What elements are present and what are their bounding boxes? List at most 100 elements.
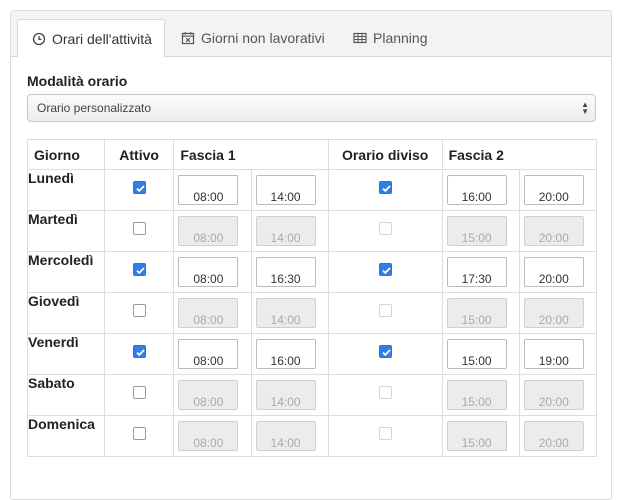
slot1-to-input[interactable]: 16:00 (255, 339, 316, 369)
weekly-schedule-table: Giorno Attivo Fascia 1 Orario diviso Fas… (27, 139, 598, 457)
slot1-from-cell: 08:00 (173, 169, 252, 211)
split-cell (327, 251, 443, 293)
slot2-from-input[interactable]: 17:30 (446, 257, 507, 287)
clock-icon (32, 32, 46, 46)
slot2-from-input[interactable]: 15:00 (446, 421, 507, 451)
slot1-from-cell: 08:00 (173, 292, 252, 334)
slot1-from-cell: 08:00 (173, 333, 252, 375)
slot1-to-input[interactable]: 14:00 (255, 421, 316, 451)
calendar-x-icon (181, 31, 195, 45)
header-slot-1: Fascia 1 (173, 139, 329, 170)
split-cell (327, 374, 443, 416)
slot2-from-input[interactable]: 15:00 (446, 298, 507, 328)
slot1-from-input[interactable]: 08:00 (178, 380, 239, 410)
slot2-to-input[interactable]: 20:00 (523, 175, 584, 205)
active-cell (103, 292, 175, 334)
slot2-from-input[interactable]: 15:00 (446, 339, 507, 369)
slot2-to-input[interactable]: 20:00 (523, 421, 584, 451)
slot1-to-input[interactable]: 14:00 (255, 298, 316, 328)
slot1-to-input[interactable]: 16:30 (255, 257, 316, 287)
slot1-from-input[interactable]: 08:00 (178, 421, 239, 451)
split-checkbox[interactable] (379, 304, 393, 317)
split-checkbox[interactable] (379, 181, 393, 194)
active-checkbox[interactable] (133, 304, 147, 317)
slot1-from-cell: 08:00 (173, 415, 252, 457)
slot2-to-input[interactable]: 19:00 (523, 339, 584, 369)
slot2-to-input[interactable]: 20:00 (523, 216, 584, 246)
table-row: Martedì 08:00 14:00 15:00 20:00 (27, 210, 598, 252)
slot1-to-input[interactable]: 14:00 (255, 216, 316, 246)
active-cell (103, 251, 175, 293)
schedule-mode-select[interactable]: Orario personalizzato ▲ ▼ (27, 94, 596, 122)
day-name: Martedì (27, 210, 105, 252)
active-checkbox[interactable] (133, 427, 147, 440)
table-row: Lunedì 08:00 14:00 16:00 20:00 (27, 169, 598, 211)
active-checkbox[interactable] (133, 263, 147, 276)
slot2-to-cell: 19:00 (518, 333, 598, 375)
slot1-from-input[interactable]: 08:00 (178, 216, 239, 246)
table-row: Mercoledì 08:00 16:30 17:30 20:00 (27, 251, 598, 293)
table-row: Venerdì 08:00 16:00 15:00 19:00 (27, 333, 598, 375)
tab-label: Planning (373, 30, 428, 46)
slot2-from-input[interactable]: 15:00 (446, 216, 507, 246)
slot2-to-input[interactable]: 20:00 (523, 380, 584, 410)
tab-label: Giorni non lavorativi (201, 30, 325, 46)
slot2-from-cell: 15:00 (441, 415, 520, 457)
slot1-from-input[interactable]: 08:00 (178, 339, 239, 369)
split-cell (327, 415, 443, 457)
slot1-to-cell: 14:00 (250, 210, 329, 252)
slot2-from-cell: 15:00 (441, 333, 520, 375)
slot1-to-cell: 14:00 (250, 374, 329, 416)
split-checkbox[interactable] (379, 345, 393, 358)
split-checkbox[interactable] (379, 263, 393, 276)
active-checkbox[interactable] (133, 181, 147, 194)
split-cell (327, 333, 443, 375)
split-checkbox[interactable] (379, 386, 393, 399)
slot2-to-input[interactable]: 20:00 (523, 298, 584, 328)
active-checkbox[interactable] (133, 222, 147, 235)
tab-bar: Orari dell'attività Giorni non lavorativ… (11, 11, 611, 58)
table-row: Giovedì 08:00 14:00 15:00 20:00 (27, 292, 598, 334)
header-split: Orario diviso (327, 139, 443, 170)
active-checkbox[interactable] (133, 386, 147, 399)
slot2-from-input[interactable]: 15:00 (446, 380, 507, 410)
active-cell (103, 210, 175, 252)
header-day: Giorno (27, 139, 105, 170)
tab-planning[interactable]: Planning (353, 19, 428, 57)
slot1-from-cell: 08:00 (173, 210, 252, 252)
slot1-from-input[interactable]: 08:00 (178, 257, 239, 287)
slot1-to-cell: 14:00 (250, 169, 329, 211)
tab-business-hours[interactable]: Orari dell'attività (17, 19, 165, 58)
active-checkbox[interactable] (133, 345, 147, 358)
split-cell (327, 292, 443, 334)
active-cell (103, 415, 175, 457)
split-cell (327, 169, 443, 211)
day-name: Domenica (27, 415, 105, 457)
settings-panel: Orari dell'attività Giorni non lavorativ… (10, 10, 612, 500)
slot1-from-cell: 08:00 (173, 251, 252, 293)
slot2-to-cell: 20:00 (518, 292, 598, 334)
header-slot-2: Fascia 2 (441, 139, 598, 170)
slot2-to-input[interactable]: 20:00 (523, 257, 584, 287)
split-checkbox[interactable] (379, 222, 393, 235)
day-name: Lunedì (27, 169, 105, 211)
slot2-to-cell: 20:00 (518, 415, 598, 457)
slot1-to-input[interactable]: 14:00 (255, 380, 316, 410)
slot2-from-cell: 16:00 (441, 169, 520, 211)
table-icon (353, 31, 367, 45)
slot2-from-cell: 15:00 (441, 374, 520, 416)
slot1-from-input[interactable]: 08:00 (178, 175, 239, 205)
slot1-to-input[interactable]: 14:00 (255, 175, 316, 205)
table-row: Sabato 08:00 14:00 15:00 20:00 (27, 374, 598, 416)
slot1-from-input[interactable]: 08:00 (178, 298, 239, 328)
slot2-from-input[interactable]: 16:00 (446, 175, 507, 205)
slot2-to-cell: 20:00 (518, 169, 598, 211)
tab-non-working-days[interactable]: Giorni non lavorativi (181, 19, 325, 57)
slot2-to-cell: 20:00 (518, 210, 598, 252)
slot1-to-cell: 16:30 (250, 251, 329, 293)
select-arrows-icon: ▲ ▼ (581, 100, 589, 116)
slot2-from-cell: 15:00 (441, 292, 520, 334)
active-cell (103, 374, 175, 416)
split-checkbox[interactable] (379, 427, 393, 440)
active-cell (103, 169, 175, 211)
